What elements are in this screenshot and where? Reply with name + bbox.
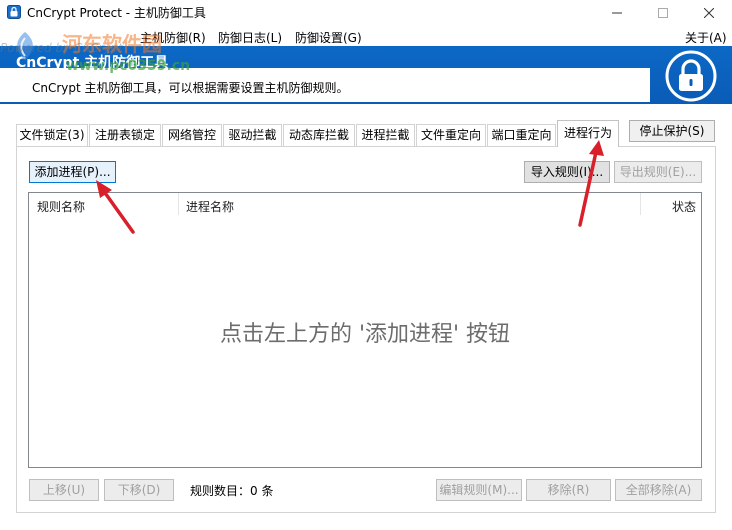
rule-count-label: 规则数目：0 条 <box>190 484 274 498</box>
app-icon <box>7 5 21 19</box>
tab-port-redirect[interactable]: 端口重定向 <box>487 124 556 146</box>
export-rules-button[interactable]: 导出规则(E)... <box>614 161 702 183</box>
column-header-status[interactable]: 状态 <box>672 198 696 215</box>
tab-driver-intercept[interactable]: 驱动拦截 <box>223 124 282 146</box>
edit-rule-button[interactable]: 编辑规则(M)... <box>436 479 522 501</box>
remove-all-button[interactable]: 全部移除(A) <box>615 479 702 501</box>
menu-defense-settings[interactable]: 防御设置(G) <box>295 29 362 46</box>
lock-icon <box>665 50 717 102</box>
maximize-icon <box>658 8 668 18</box>
maximize-button[interactable] <box>640 0 686 26</box>
menu-bar <box>0 26 732 46</box>
close-button[interactable] <box>686 0 732 26</box>
tab-registry-lock[interactable]: 注册表锁定 <box>89 124 161 146</box>
minimize-icon <box>612 12 622 14</box>
tab-network-control[interactable]: 网络管控 <box>162 124 222 146</box>
import-rules-button[interactable]: 导入规则(I)... <box>524 161 610 183</box>
add-process-button[interactable]: 添加进程(P)... <box>29 161 116 183</box>
menu-host-defense[interactable]: 主机防御(R) <box>140 29 206 46</box>
minimize-button[interactable] <box>594 0 640 26</box>
tab-process-behavior[interactable]: 进程行为 <box>557 120 619 147</box>
tab-file-redirect[interactable]: 文件重定向 <box>416 124 486 146</box>
tab-process-intercept[interactable]: 进程拦截 <box>356 124 415 146</box>
move-up-button[interactable]: 上移(U) <box>29 479 99 501</box>
column-separator[interactable] <box>640 193 641 215</box>
banner-title: CnCrypt 主机防御工具 <box>16 55 169 71</box>
banner-subtitle: CnCrypt 主机防御工具，可以根据需要设置主机防御规则。 <box>32 81 349 95</box>
column-header-rule-name[interactable]: 规则名称 <box>37 198 85 215</box>
tab-dll-intercept[interactable]: 动态库拦截 <box>283 124 355 146</box>
column-header-process-name[interactable]: 进程名称 <box>186 198 234 215</box>
menu-defense-log[interactable]: 防御日志(L) <box>218 29 282 46</box>
stop-protect-button[interactable]: 停止保护(S) <box>629 120 715 142</box>
menu-about[interactable]: 关于(A) <box>685 29 727 46</box>
remove-button[interactable]: 移除(R) <box>526 479 611 501</box>
move-down-button[interactable]: 下移(D) <box>104 479 174 501</box>
empty-list-hint: 点击左上方的 '添加进程' 按钮 <box>219 322 511 347</box>
close-icon <box>704 8 714 18</box>
tab-file-lock[interactable]: 文件锁定(3) <box>16 124 88 146</box>
window-title: CnCrypt Protect - 主机防御工具 <box>27 6 206 20</box>
column-separator[interactable] <box>178 193 179 215</box>
